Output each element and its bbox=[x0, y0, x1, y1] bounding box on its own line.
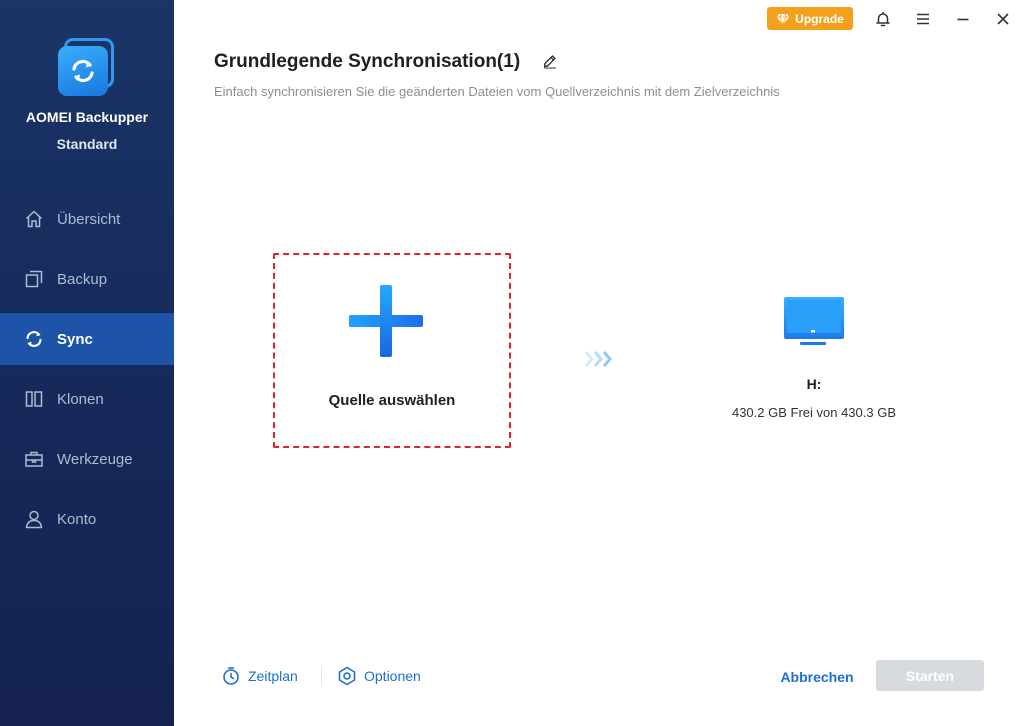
select-source-label: Quelle auswählen bbox=[328, 392, 456, 409]
plus-icon bbox=[349, 285, 423, 359]
upgrade-label: Upgrade bbox=[795, 11, 844, 26]
page-subtitle: Einfach synchronisieren Sie die geändert… bbox=[214, 84, 780, 99]
sidebar-item-label: Klonen bbox=[57, 390, 104, 408]
sidebar-item-label: Übersicht bbox=[57, 210, 121, 228]
page-title: Grundlegende Synchronisation(1) bbox=[214, 51, 521, 72]
diamond-icon bbox=[776, 13, 790, 25]
clock-icon bbox=[221, 666, 241, 686]
backup-icon bbox=[24, 269, 44, 289]
close-icon[interactable] bbox=[992, 8, 1014, 30]
sidebar-item-sync[interactable]: Sync bbox=[0, 313, 174, 365]
start-button[interactable]: Starten bbox=[876, 660, 984, 691]
schedule-label: Zeitplan bbox=[248, 668, 298, 684]
notification-bell-icon[interactable] bbox=[872, 8, 894, 30]
sidebar-item-label: Sync bbox=[57, 330, 93, 348]
sidebar-item-label: Konto bbox=[57, 510, 97, 528]
clone-icon bbox=[24, 389, 44, 409]
schedule-link[interactable]: Zeitplan bbox=[221, 664, 298, 688]
sync-icon bbox=[24, 329, 44, 349]
sidebar-item-label: Werkzeuge bbox=[57, 450, 133, 468]
destination-drive[interactable]: H: 430.2 GB Frei von 430.3 GB bbox=[700, 290, 928, 430]
cancel-button[interactable]: Abbrechen bbox=[770, 665, 864, 689]
forward-arrows-icon bbox=[584, 349, 616, 369]
gear-icon bbox=[337, 666, 357, 686]
home-icon bbox=[24, 209, 44, 229]
sidebar-item-label: Backup bbox=[57, 270, 108, 288]
options-label: Optionen bbox=[364, 668, 421, 684]
sidebar-item-account[interactable]: Konto bbox=[0, 493, 174, 545]
sidebar-item-tools[interactable]: Werkzeuge bbox=[0, 433, 174, 485]
options-link[interactable]: Optionen bbox=[337, 664, 421, 688]
destination-space: 430.2 GB Frei von 430.3 GB bbox=[731, 405, 897, 420]
app-logo bbox=[56, 36, 118, 96]
edit-pencil-icon[interactable] bbox=[541, 52, 559, 70]
destination-name: H: bbox=[806, 376, 822, 392]
user-icon bbox=[24, 509, 44, 529]
toolbox-icon bbox=[24, 449, 44, 469]
sidebar: AOMEI Backupper Standard Übersicht Backu… bbox=[0, 0, 174, 726]
app-edition: Standard bbox=[56, 136, 118, 152]
sidebar-item-overview[interactable]: Übersicht bbox=[0, 193, 174, 245]
app-name: AOMEI Backupper bbox=[25, 109, 149, 125]
sidebar-item-clone[interactable]: Klonen bbox=[0, 373, 174, 425]
select-source-box[interactable]: Quelle auswählen bbox=[273, 253, 511, 448]
sidebar-item-backup[interactable]: Backup bbox=[0, 253, 174, 305]
monitor-icon bbox=[784, 297, 844, 349]
minimize-icon[interactable] bbox=[952, 8, 974, 30]
footer-divider bbox=[321, 667, 322, 685]
upgrade-button[interactable]: Upgrade bbox=[767, 7, 853, 30]
menu-icon[interactable] bbox=[912, 8, 934, 30]
